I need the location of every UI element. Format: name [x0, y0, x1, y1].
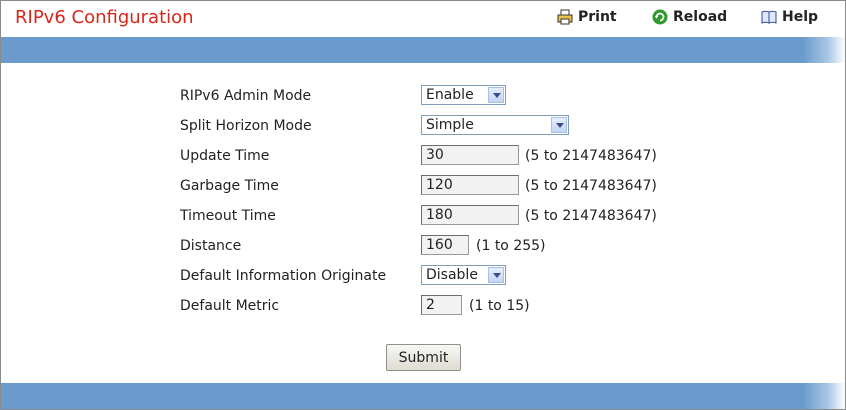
default-metric-label: Default Metric — [180, 298, 280, 314]
update-time-range: (5 to 2147483647) — [525, 148, 657, 164]
chevron-down-icon[interactable] — [551, 117, 567, 133]
distance-input[interactable] — [421, 235, 469, 255]
garbage-time-row: Garbage Time (5 to 2147483647) — [1, 173, 845, 199]
split-horizon-row: Split Horizon Mode Simple — [1, 113, 845, 139]
default-info-originate-label: Default Information Originate — [180, 268, 387, 284]
submit-button[interactable]: Submit — [386, 344, 461, 371]
page-frame: RIPv6 Configuration Print Reload Help RI… — [0, 0, 846, 410]
default-metric-range: (1 to 15) — [469, 298, 530, 314]
split-horizon-value: Simple — [426, 117, 474, 133]
default-metric-row: Default Metric (1 to 15) — [1, 293, 845, 319]
update-time-input[interactable] — [421, 145, 519, 165]
chevron-down-icon[interactable] — [488, 87, 504, 103]
admin-mode-value: Enable — [426, 87, 474, 103]
timeout-time-range: (5 to 2147483647) — [525, 208, 657, 224]
help-label: Help — [782, 9, 819, 25]
reload-icon — [652, 9, 668, 25]
default-info-originate-value: Disable — [426, 267, 478, 283]
garbage-time-input[interactable] — [421, 175, 519, 195]
printer-icon — [557, 9, 573, 25]
distance-range: (1 to 255) — [476, 238, 546, 254]
garbage-time-label: Garbage Time — [180, 178, 279, 194]
chevron-down-icon[interactable] — [488, 267, 504, 283]
default-metric-input[interactable] — [421, 295, 462, 315]
garbage-time-range: (5 to 2147483647) — [525, 178, 657, 194]
admin-mode-row: RIPv6 Admin Mode Enable — [1, 83, 845, 109]
print-button[interactable]: Print — [557, 9, 617, 25]
timeout-time-input[interactable] — [421, 205, 519, 225]
default-info-originate-row: Default Information Originate Disable — [1, 263, 845, 289]
default-info-originate-select[interactable]: Disable — [421, 265, 506, 285]
page-header: RIPv6 Configuration Print Reload Help — [1, 1, 845, 37]
page-title: RIPv6 Configuration — [15, 7, 194, 28]
help-book-icon — [761, 9, 777, 25]
admin-mode-select[interactable]: Enable — [421, 85, 506, 105]
help-button[interactable]: Help — [761, 9, 818, 25]
reload-button[interactable]: Reload — [652, 9, 727, 25]
print-label: Print — [578, 9, 617, 25]
header-divider-bar — [1, 37, 845, 63]
timeout-time-label: Timeout Time — [180, 208, 276, 224]
timeout-time-row: Timeout Time (5 to 2147483647) — [1, 203, 845, 229]
distance-row: Distance (1 to 255) — [1, 233, 845, 259]
split-horizon-select[interactable]: Simple — [421, 115, 569, 135]
reload-label: Reload — [673, 9, 728, 25]
split-horizon-label: Split Horizon Mode — [180, 118, 312, 134]
distance-label: Distance — [180, 238, 242, 254]
update-time-label: Update Time — [180, 148, 270, 164]
update-time-row: Update Time (5 to 2147483647) — [1, 143, 845, 169]
footer-bar — [1, 383, 845, 409]
admin-mode-label: RIPv6 Admin Mode — [180, 88, 312, 104]
